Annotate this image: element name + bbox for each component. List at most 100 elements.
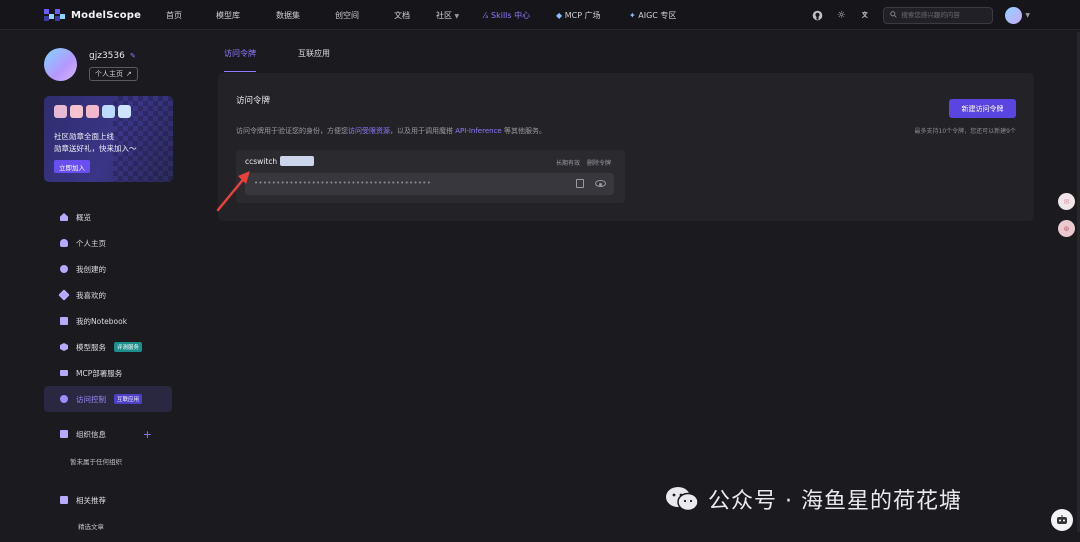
nav-docs[interactable]: 文档 [394, 10, 410, 21]
username: gjz3536 [89, 51, 125, 61]
nav-datasets[interactable]: 数据集 [276, 10, 300, 21]
settings-icon [60, 395, 68, 403]
medal-banner[interactable]: 社区勋章全面上线 勋章送好礼，快来加入～ 立即加入 [44, 96, 173, 182]
sun-icon[interactable]: ☼ [835, 9, 847, 21]
copy-icon[interactable] [576, 179, 584, 188]
eye-icon[interactable] [595, 180, 606, 187]
search-input[interactable] [901, 11, 987, 19]
sidebar-item-label: 概览 [76, 212, 91, 222]
edit-icon[interactable]: ✎ [130, 52, 136, 60]
access-token-card: 访问令牌 访问令牌用于验证您的身份，方便您访问受限资源，以及用于调用魔搭 API… [218, 73, 1034, 221]
sidebar-item-created[interactable]: 我创建的 [44, 256, 172, 282]
topbar-actions: ☼ ▼ [811, 0, 1030, 30]
diamond-icon [58, 289, 70, 301]
banner-line-2: 勋章送好礼，快来加入～ [54, 144, 137, 153]
github-icon[interactable] [811, 9, 823, 21]
diamond-icon: ◆ [556, 10, 563, 20]
token-name: ccswitch [245, 157, 278, 166]
server-icon [60, 370, 68, 376]
sidebar-item-label: 我的Notebook [76, 316, 128, 326]
sidebar-item-label: 我喜欢的 [76, 290, 106, 300]
token-label-chip [280, 156, 314, 166]
api-inference-link[interactable]: API-Inference [455, 127, 502, 135]
homepage-button[interactable]: 个人主页 ↗ [89, 67, 138, 81]
sidebar-item-notebook[interactable]: 我的Notebook [44, 308, 172, 334]
medal-icon [102, 105, 115, 118]
sparkle-icon: ✦ [629, 10, 636, 20]
nav-aigc[interactable]: ✦ AIGC 专区 [629, 10, 676, 21]
avatar[interactable] [44, 48, 77, 81]
add-organization-icon[interactable]: + [143, 428, 152, 441]
chevron-down-icon: ▼ [1025, 11, 1030, 19]
desc-text: 等其他服务。 [501, 127, 546, 135]
sidebar-item-overview[interactable]: 概览 [44, 204, 172, 230]
token-validity: 长期有效 [556, 160, 581, 167]
sidebar: gjz3536 ✎ 个人主页 ↗ 社区勋章全面上线 勋章送好礼，快来加入～ 立即… [42, 30, 174, 542]
card-description: 访问令牌用于验证您的身份，方便您访问受限资源，以及用于调用魔搭 API-Infe… [236, 126, 546, 136]
sidebar-item-access-control[interactable]: 访问控制 互联应用 [44, 386, 172, 412]
avatar [1005, 6, 1023, 24]
nav-models[interactable]: 模型库 [216, 10, 240, 21]
chat-bot-icon [1057, 515, 1067, 524]
homepage-button-label: 个人主页 [95, 71, 123, 78]
nav-home[interactable]: 首页 [166, 10, 182, 21]
recommend-section-header: 相关推荐 [44, 490, 172, 510]
restricted-resources-link[interactable]: 访问受限资源 [348, 127, 390, 135]
nav-skills-label: Skills 中心 [491, 10, 531, 20]
home-icon [60, 213, 68, 221]
sidebar-item-label: 个人主页 [76, 238, 106, 248]
tab-linked-apps[interactable]: 互联应用 [298, 48, 330, 66]
sidebar-item-label: 模型服务 [76, 342, 106, 352]
delete-token-link[interactable]: 删除令牌 [587, 158, 611, 167]
top-navigation-bar: ModelScope 首页 模型库 数据集 创空间 文档 社区 ▼ ⁄ₐ Ski… [0, 0, 1080, 30]
search-box[interactable] [883, 6, 994, 24]
tab-access-tokens[interactable]: 访问令牌 [224, 48, 256, 72]
nav-mcp[interactable]: ◆ MCP 广场 [556, 10, 601, 21]
medal-badges [54, 105, 131, 118]
nav-community-label: 社区 [436, 10, 452, 20]
user-icon [60, 239, 68, 247]
assistant-float-button[interactable]: ⊛ [1058, 220, 1075, 237]
eval-service-tag: 评测服务 [114, 342, 143, 352]
feedback-float-button[interactable]: ✉ [1058, 193, 1075, 210]
nav-community[interactable]: 社区 ▼ [436, 10, 459, 21]
chevron-down-icon: ▼ [454, 12, 460, 20]
nav-studios[interactable]: 创空间 [335, 10, 359, 21]
banner-line-1: 社区勋章全面上线 [54, 132, 114, 141]
linked-apps-tag: 互联应用 [114, 394, 143, 404]
token-limit-note: 最多支持10个令牌，您还可以新建9个 [914, 128, 1016, 135]
translate-icon[interactable] [859, 9, 871, 21]
sidebar-menu: 概览 个人主页 我创建的 我喜欢的 我的Notebook 模型服务 评测服务 M… [44, 204, 172, 412]
desc-text: 访问令牌用于验证您的身份，方便您 [236, 127, 348, 135]
token-item: ccswitch 长期有效 删除令牌 •••••••••••••••••••••… [236, 150, 625, 203]
sidebar-item-profile[interactable]: 个人主页 [44, 230, 172, 256]
medal-icon [70, 105, 83, 118]
chat-float-button[interactable] [1051, 509, 1073, 531]
org-empty-text: 暂未属于任何组织 [70, 458, 122, 466]
featured-articles-link[interactable]: 精选文章 [78, 521, 104, 531]
card-title: 访问令牌 [236, 96, 271, 106]
sidebar-item-label: 访问控制 [76, 394, 106, 404]
new-access-token-button[interactable]: 新建访问令牌 [949, 99, 1016, 118]
sidebar-item-model-service[interactable]: 模型服务 评测服务 [44, 334, 172, 360]
nav-aigc-label: AIGC 专区 [638, 10, 677, 20]
skills-icon: ⁄ₐ [484, 10, 489, 20]
external-link-icon: ↗ [126, 71, 132, 78]
medal-icon [54, 105, 67, 118]
join-now-button[interactable]: 立即加入 [54, 160, 90, 173]
nav-skills[interactable]: ⁄ₐ Skills 中心 [484, 10, 530, 21]
annotation-arrow [216, 171, 250, 212]
user-menu[interactable]: ▼ [1005, 6, 1030, 24]
wechat-icon [664, 486, 700, 512]
assistant-icon: ⊛ [1063, 224, 1070, 233]
token-value-field: •••••••••••••••••••••••••••••••••••••••• [245, 173, 614, 195]
sidebar-item-mcp-deploy[interactable]: MCP部署服务 [44, 360, 172, 386]
medal-icon [118, 105, 131, 118]
logo-icon [44, 9, 66, 21]
sidebar-item-liked[interactable]: 我喜欢的 [44, 282, 172, 308]
modelscope-logo[interactable]: ModelScope [44, 8, 141, 22]
sidebar-item-label: MCP部署服务 [76, 368, 123, 378]
feedback-icon: ✉ [1063, 197, 1070, 206]
org-section-header: 组织信息 + [44, 424, 172, 444]
recommend-title: 相关推荐 [76, 495, 106, 505]
